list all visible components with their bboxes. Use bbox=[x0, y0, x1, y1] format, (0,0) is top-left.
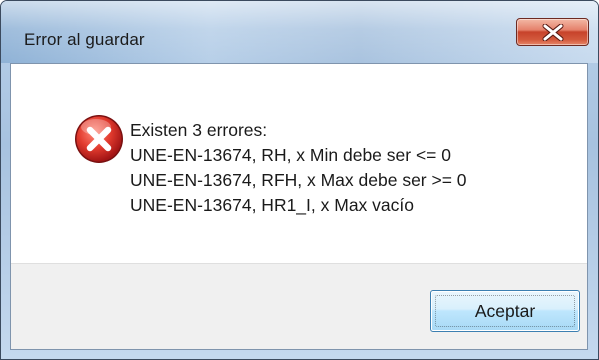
message-line: UNE-EN-13674, HR1_I, x Max vacío bbox=[130, 195, 414, 215]
error-message: Existen 3 errores: UNE-EN-13674, RH, x M… bbox=[130, 118, 467, 218]
error-icon bbox=[75, 115, 123, 163]
error-dialog-window: Error al guardar Existen 3 errores: UNE-… bbox=[0, 0, 599, 360]
message-line: UNE-EN-13674, RH, x Min debe ser <= 0 bbox=[130, 145, 451, 165]
ok-button[interactable]: Aceptar bbox=[430, 290, 580, 332]
message-line: Existen 3 errores: bbox=[130, 120, 268, 140]
title-bar[interactable]: Error al guardar bbox=[1, 1, 598, 63]
ok-button-label: Aceptar bbox=[474, 301, 536, 321]
close-button[interactable] bbox=[516, 18, 589, 46]
message-line: UNE-EN-13674, RFH, x Max debe ser >= 0 bbox=[130, 170, 467, 190]
dialog-content: Existen 3 errores: UNE-EN-13674, RH, x M… bbox=[10, 63, 588, 350]
close-icon bbox=[542, 24, 564, 41]
dialog-title: Error al guardar bbox=[24, 30, 145, 49]
